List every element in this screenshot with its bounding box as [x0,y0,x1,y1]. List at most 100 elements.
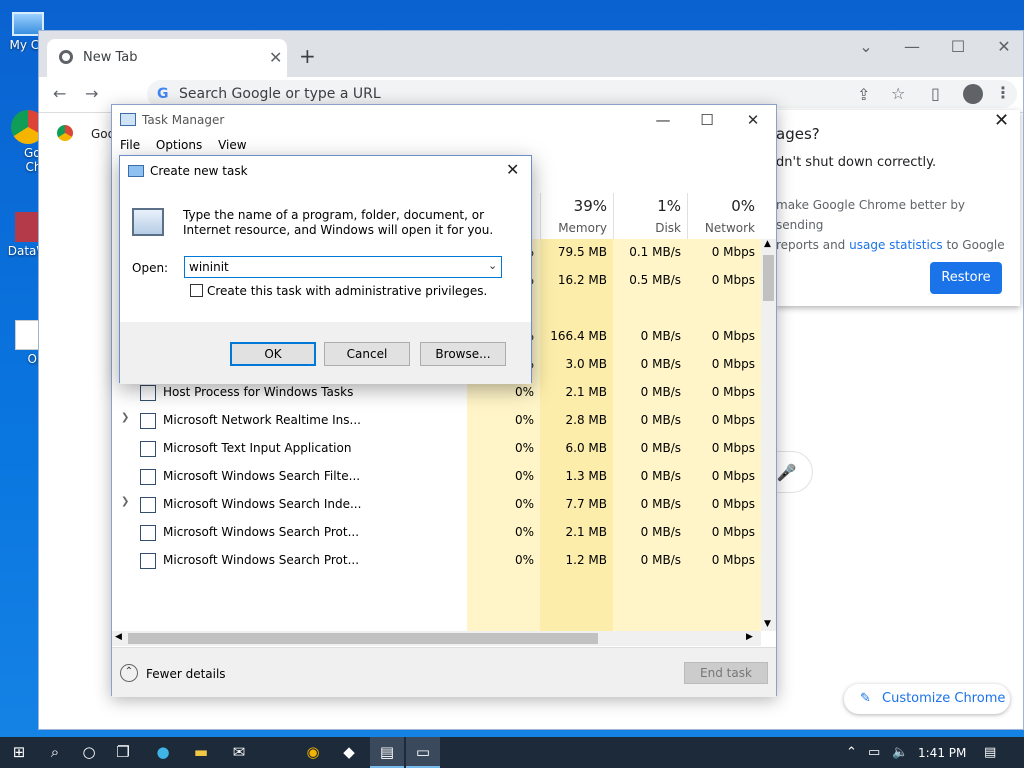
process-network: 0 Mbps [711,329,755,343]
column-disk[interactable]: 1% Disk [613,193,687,239]
side-panel-icon[interactable]: ▯ [931,84,940,103]
system-clock[interactable]: 1:41 PM [918,746,966,760]
process-memory: 2.1 MB [565,385,607,399]
search-icon[interactable]: ⌕ [38,737,72,768]
cancel-button[interactable]: Cancel [324,342,410,366]
end-task-button[interactable]: End task [684,662,768,684]
process-row[interactable]: ❯ Microsoft Windows Search Inde... 0% 7.7 M… [112,491,760,519]
google-g-icon: G [157,86,169,102]
scroll-up-icon[interactable]: ▲ [764,239,771,249]
close-icon[interactable]: ✕ [994,110,1009,131]
process-disk: 0 MB/s [640,413,681,427]
process-cpu: 0% [514,525,534,539]
kebab-menu-icon[interactable]: ⋮ [995,83,1011,102]
process-icon [140,441,156,457]
roblox-icon[interactable]: ◆ [332,737,366,768]
share-icon[interactable]: ⇪ [857,85,870,104]
process-name: Host Process for Windows Tasks [163,385,354,399]
usage-statistics-link[interactable]: usage statistics [849,238,943,252]
close-icon[interactable]: ✕ [269,48,282,67]
vertical-scrollbar[interactable]: ▲ ▼ [761,239,776,631]
chevron-up-icon[interactable]: ⌃ [846,745,857,760]
process-network: 0 Mbps [711,441,755,455]
tab-new-tab[interactable]: New Tab ✕ [47,39,287,77]
maximize-icon[interactable]: ☐ [943,37,973,56]
ok-button[interactable]: OK [230,342,316,366]
process-row[interactable]: Microsoft Windows Search Prot... 0% 2.1 MB… [112,519,760,547]
process-icon [140,525,156,541]
edge-icon[interactable]: ● [146,737,180,768]
horizontal-scrollbar[interactable]: ◀ ▶ [112,631,761,646]
customize-chrome-label: Customize Chrome [882,691,1006,706]
maximize-icon[interactable]: ☐ [692,111,722,129]
column-memory[interactable]: 39% Memory [540,193,613,239]
process-name: Microsoft Windows Search Prot... [163,553,360,567]
process-icon [140,497,156,513]
process-disk: 0 MB/s [640,357,681,371]
process-network: 0 Mbps [711,385,755,399]
process-icon [140,385,156,401]
restore-button[interactable]: Restore [930,262,1002,294]
process-network: 0 Mbps [711,413,755,427]
process-icon [140,413,156,429]
chrome-tab-icon [59,50,73,64]
computer-icon [132,208,164,236]
process-memory: 79.5 MB [557,245,607,259]
file-explorer-icon[interactable]: ▬ [184,737,218,768]
back-arrow-icon[interactable]: ← [53,84,66,103]
process-network: 0 Mbps [711,273,755,287]
process-disk: 0 MB/s [640,497,681,511]
close-icon[interactable]: ✕ [989,37,1019,56]
minimize-icon[interactable]: — [648,111,678,129]
scrollbar-thumb[interactable] [763,255,774,301]
close-icon[interactable]: ✕ [738,111,768,129]
scroll-left-icon[interactable]: ◀ [115,632,122,642]
network-icon[interactable]: ▭ [868,745,880,760]
browse-button[interactable]: Browse... [420,342,506,366]
column-pct: 1% [657,197,681,215]
process-cpu: 0% [514,441,534,455]
column-network[interactable]: 0% Network [687,193,761,239]
menu-view[interactable]: View [218,138,246,152]
bookmark-star-icon[interactable]: ☆ [891,84,905,103]
menu-file[interactable]: File [120,138,140,152]
process-row[interactable]: Microsoft Windows Search Prot... 0% 1.2 MB… [112,547,760,575]
profile-avatar-icon[interactable] [963,84,983,104]
task-manager-taskbar-icon[interactable]: ▤ [370,737,404,768]
run-taskbar-icon[interactable]: ▭ [406,737,440,768]
process-name: Microsoft Network Realtime Ins... [163,413,361,427]
process-disk: 0.5 MB/s [629,273,681,287]
restore-body-pre: make Google Chrome better by sending [776,198,966,232]
new-tab-button[interactable]: + [299,44,316,68]
volume-icon[interactable]: 🔈 [892,745,908,760]
minimize-icon[interactable]: — [897,37,927,56]
chevron-down-icon[interactable]: ⌄ [851,37,881,56]
process-cpu: 0% [514,469,534,483]
microphone-icon: 🎤 [776,463,797,482]
close-icon[interactable]: ✕ [506,160,519,179]
process-name: Microsoft Windows Search Prot... [163,525,360,539]
process-memory: 16.2 MB [557,273,607,287]
scroll-right-icon[interactable]: ▶ [746,632,753,642]
menu-options[interactable]: Options [156,138,202,152]
admin-checkbox[interactable] [190,284,203,297]
task-view-icon[interactable]: ❐ [106,737,140,768]
open-input[interactable]: wininit [184,256,502,278]
chevron-right-icon[interactable]: ❯ [121,412,129,423]
chevron-up-icon[interactable]: ⌃ [120,664,138,682]
notification-icon[interactable]: ▤ [984,745,996,760]
process-row[interactable]: Microsoft Windows Search Filte... 0% 1.3 M… [112,463,760,491]
customize-chrome-button[interactable]: ✎ Customize Chrome [844,684,1010,714]
chevron-right-icon[interactable]: ❯ [121,496,129,507]
forward-arrow-icon[interactable]: → [85,84,98,103]
scroll-down-icon[interactable]: ▼ [764,619,771,629]
fewer-details-link[interactable]: Fewer details [146,667,226,681]
windows-start-icon[interactable]: ⊞ [2,737,36,768]
process-row[interactable]: ❯ Microsoft Network Realtime Ins... 0% 2.8 … [112,407,760,435]
chrome-icon[interactable]: ◉ [296,737,330,768]
chevron-down-icon[interactable]: ⌄ [488,259,497,272]
scrollbar-thumb[interactable] [128,633,598,644]
cortana-icon[interactable]: ○ [72,737,106,768]
mail-icon[interactable]: ✉ [222,737,256,768]
process-row[interactable]: Microsoft Text Input Application 0% 6.0 MB… [112,435,760,463]
